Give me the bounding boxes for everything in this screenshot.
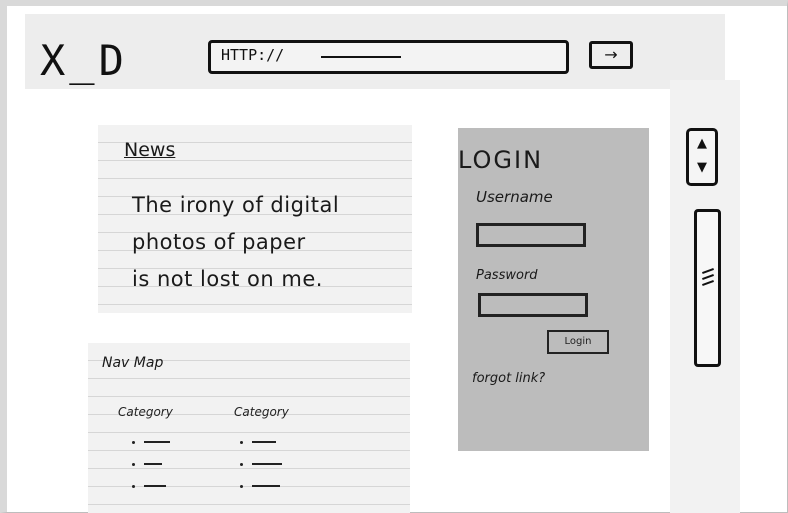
username-field[interactable] bbox=[476, 223, 586, 247]
category-label[interactable]: Category bbox=[118, 405, 173, 419]
login-button[interactable]: Login bbox=[547, 330, 609, 354]
scroll-thumb[interactable] bbox=[702, 266, 714, 294]
news-line: photos of paper bbox=[132, 230, 306, 254]
arrow-right-icon: → bbox=[604, 45, 618, 64]
password-field[interactable] bbox=[478, 293, 588, 317]
sketch-canvas: X_D HTTP:// → News The irony of digital … bbox=[0, 0, 788, 513]
window-controls[interactable]: X_D bbox=[40, 36, 128, 85]
forgot-link[interactable]: forgot link? bbox=[472, 371, 545, 386]
nav-map-panel: Nav Map Category Category bbox=[88, 343, 410, 513]
news-panel: News The irony of digital photos of pape… bbox=[98, 125, 412, 313]
go-button[interactable]: → bbox=[589, 41, 633, 69]
url-scribble bbox=[321, 56, 401, 58]
triangle-up-icon[interactable]: ▲ bbox=[697, 137, 707, 150]
news-title: News bbox=[124, 139, 176, 161]
triangle-down-icon[interactable]: ▼ bbox=[697, 161, 707, 174]
news-line: is not lost on me. bbox=[132, 267, 323, 291]
address-bar[interactable]: HTTP:// bbox=[208, 40, 569, 74]
password-label: Password bbox=[476, 268, 538, 283]
url-text: HTTP:// bbox=[221, 46, 285, 64]
scrollbar[interactable] bbox=[694, 209, 721, 367]
login-panel: LOGIN Username Password Login forgot lin… bbox=[458, 128, 649, 451]
category-label[interactable]: Category bbox=[234, 405, 289, 419]
login-title: LOGIN bbox=[458, 146, 544, 174]
scroll-arrows[interactable]: ▲ ▼ bbox=[686, 128, 718, 186]
news-line: The irony of digital bbox=[132, 193, 340, 217]
username-label: Username bbox=[476, 188, 553, 206]
news-body: The irony of digital photos of paper is … bbox=[132, 187, 339, 298]
nav-map-title: Nav Map bbox=[102, 355, 164, 371]
